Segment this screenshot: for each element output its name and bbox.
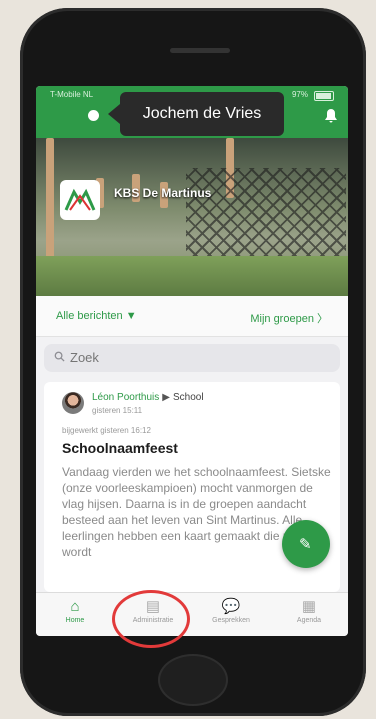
- rope-net: [186, 168, 346, 258]
- my-groups-link[interactable]: Mijn groepen 〉: [250, 310, 328, 326]
- chat-icon: 💬: [221, 598, 241, 615]
- account-name-tooltip: Jochem de Vries: [108, 92, 284, 136]
- post-time: gisteren 15:11: [92, 406, 143, 415]
- post-author[interactable]: Léon Poorthuis: [92, 392, 159, 403]
- app-header: T-Mobile NL 97% Jochem de Vries: [36, 86, 348, 138]
- grass: [36, 256, 348, 296]
- battery-percentage: 97%: [291, 90, 308, 99]
- tab-gesprekken[interactable]: 💬 Gesprekken: [196, 597, 266, 624]
- home-icon: ⌂: [70, 598, 80, 615]
- avatar: [62, 392, 84, 414]
- search-bar[interactable]: [44, 344, 340, 372]
- tab-home[interactable]: ⌂ Home: [40, 597, 110, 624]
- highlight-circle: [112, 590, 190, 648]
- school-name: KBS De Martinus: [114, 186, 212, 200]
- tab-label: Home: [65, 617, 85, 624]
- calendar-icon: ▦: [301, 598, 317, 615]
- tab-label: Agenda: [296, 617, 322, 624]
- app-screen: T-Mobile NL 97% Jochem de Vries KBS De M…: [36, 86, 348, 636]
- tab-bar: ⌂ Home ▤ Administratie 💬 Gesprekken ▦ Ag…: [36, 592, 348, 636]
- post-updated: bijgewerkt gisteren 16:12: [62, 426, 151, 435]
- post-target-group[interactable]: School: [173, 392, 204, 403]
- wooden-post: [46, 138, 54, 258]
- arrow-right-icon: ▶: [162, 392, 170, 403]
- compose-icon: ✎: [299, 536, 312, 553]
- circle-dot-icon[interactable]: [88, 110, 99, 121]
- filter-bar: Alle berichten ▼ Mijn groepen 〉: [36, 296, 348, 337]
- home-hardware-button[interactable]: [158, 654, 228, 706]
- search-input[interactable]: [70, 350, 270, 365]
- all-posts-dropdown[interactable]: Alle berichten ▼: [56, 310, 137, 322]
- tab-label: Gesprekken: [212, 617, 250, 624]
- earpiece-speaker: [170, 48, 230, 53]
- compose-button[interactable]: ✎: [282, 520, 330, 568]
- search-icon: [54, 351, 65, 365]
- battery-icon: [314, 91, 334, 101]
- school-logo: [60, 180, 100, 220]
- tab-agenda[interactable]: ▦ Agenda: [274, 597, 344, 624]
- carrier-label: T-Mobile NL: [50, 90, 94, 99]
- post-title: Schoolnaamfeest: [62, 440, 178, 456]
- post-author-line: Léon Poorthuis ▶ School: [92, 392, 204, 403]
- bell-icon[interactable]: [324, 108, 338, 124]
